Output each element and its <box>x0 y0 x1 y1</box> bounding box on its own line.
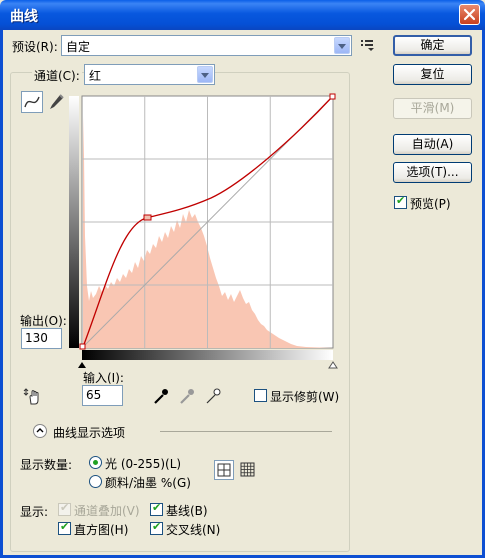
close-icon <box>463 8 476 21</box>
channel-value: 红 <box>89 69 102 83</box>
title-bar <box>0 0 485 30</box>
curve-graph[interactable] <box>61 86 351 386</box>
intersection-checkbox[interactable] <box>150 520 163 535</box>
preview-label: 预览(P) <box>410 197 451 211</box>
chevron-down-icon <box>197 66 213 83</box>
preset-select[interactable]: 自定 <box>61 35 352 56</box>
channel-label: 通道(C): <box>32 67 82 84</box>
preview-checkbox[interactable] <box>394 194 407 209</box>
histogram-checkbox[interactable] <box>58 520 71 535</box>
output-label: 输出(O): <box>20 314 67 328</box>
baseline-label: 基线(B) <box>166 504 208 518</box>
expand-button[interactable] <box>33 424 47 438</box>
show-clipping-checkbox[interactable] <box>254 389 267 402</box>
black-point-slider[interactable] <box>78 362 86 368</box>
grid-10x10-icon[interactable] <box>240 462 256 478</box>
pigment-radio-label: 颜料/油墨 %(G) <box>105 476 191 490</box>
histogram-label: 直方图(H) <box>74 523 129 537</box>
chevron-down-icon <box>334 37 350 54</box>
curve-point-white[interactable] <box>329 93 336 100</box>
expand-chevron-icon <box>36 428 44 433</box>
white-point-eyedropper-icon[interactable] <box>204 387 222 405</box>
curve-point-black[interactable] <box>79 343 86 350</box>
pigment-radio[interactable] <box>89 475 102 488</box>
options-button[interactable]: 选项(T)... <box>393 162 472 183</box>
section-divider <box>160 431 332 432</box>
input-label: 输入(I): <box>83 371 124 385</box>
black-point-eyedropper-icon[interactable] <box>152 387 170 405</box>
output-gradient-bar <box>69 96 79 348</box>
grid-simple-button[interactable] <box>214 460 234 480</box>
show-label: 显示: <box>20 505 49 519</box>
gray-point-eyedropper-icon[interactable] <box>178 387 196 405</box>
curve-display-options-label: 曲线显示选项 <box>53 426 126 440</box>
light-radio-label: 光 (0-255)(L) <box>105 457 182 471</box>
input-field[interactable]: 65 <box>82 385 123 406</box>
intersection-label: 交叉线(N) <box>166 523 221 537</box>
input-gradient-bar <box>82 350 333 360</box>
grid-4x4-icon <box>217 463 231 477</box>
output-field[interactable]: 130 <box>21 328 62 349</box>
reset-button[interactable]: 复位 <box>393 64 472 85</box>
channel-overlays-label: 通道叠加(V) <box>74 504 140 518</box>
channel-overlays-checkbox[interactable] <box>58 501 71 516</box>
preset-label: 预设(R): <box>12 40 58 54</box>
ok-button[interactable]: 确定 <box>393 35 472 56</box>
curve-tool-button[interactable] <box>21 91 43 113</box>
target-adjust-hand-icon[interactable] <box>22 386 42 406</box>
white-point-slider[interactable] <box>328 361 338 369</box>
smooth-button[interactable]: 平滑(M) <box>393 98 472 119</box>
channel-select[interactable]: 红 <box>84 64 215 85</box>
curve-point-selected[interactable] <box>143 214 152 221</box>
window-border-left <box>0 30 3 558</box>
light-radio[interactable] <box>89 456 102 469</box>
auto-button[interactable]: 自动(A) <box>393 134 472 155</box>
show-clipping-label: 显示修剪(W) <box>270 390 340 404</box>
preset-menu-icon[interactable] <box>360 38 376 52</box>
close-button[interactable] <box>459 4 480 25</box>
preset-value: 自定 <box>66 40 91 54</box>
baseline-checkbox[interactable] <box>150 501 163 516</box>
window-title: 曲线 <box>10 9 38 25</box>
show-amount-label: 显示数量: <box>20 458 73 472</box>
curve-point-tool-icon <box>24 96 40 108</box>
